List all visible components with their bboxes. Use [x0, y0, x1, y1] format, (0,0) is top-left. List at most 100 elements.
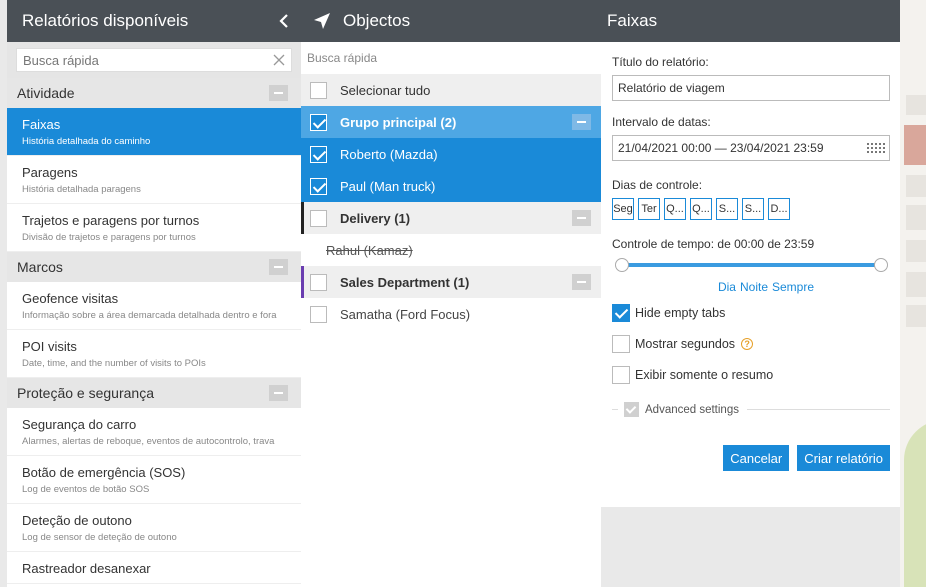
chevron-down-icon[interactable] — [624, 402, 639, 417]
objects-panel: Objectos Selecionar tudo Grupo principal… — [301, 0, 601, 587]
select-all-row[interactable]: Selecionar tudo — [301, 74, 601, 106]
report-search-bar — [7, 42, 301, 78]
calendar-icon[interactable] — [867, 143, 885, 153]
option-row[interactable]: Mostrar segundos? — [612, 335, 890, 353]
slider-start-handle[interactable] — [615, 258, 629, 272]
report-item[interactable]: Segurança do carro Alarmes, alertas de re… — [7, 408, 301, 456]
control-days: Seg Ter Q... Q... S... S... D... — [612, 198, 890, 220]
report-item[interactable]: Geofence visitas Informação sobre a área … — [7, 282, 301, 330]
category-label: Proteção e segurança — [17, 385, 154, 401]
map-background — [900, 0, 926, 587]
collapse-icon[interactable] — [572, 210, 591, 226]
day-toggle[interactable]: Q... — [664, 198, 686, 220]
report-item[interactable]: Faixas História detalhada do caminho — [7, 108, 301, 156]
day-toggle[interactable]: Seg — [612, 198, 634, 220]
report-item-subtitle: Alarmes, alertas de reboque, eventos de … — [22, 436, 275, 447]
object-row[interactable]: Paul (Man truck) — [301, 170, 601, 202]
object-checkbox[interactable] — [310, 305, 327, 323]
report-category[interactable]: Marcos — [7, 252, 301, 282]
object-row[interactable]: Rahul (Kamaz) — [301, 234, 601, 266]
create-report-button[interactable]: Criar relatório — [797, 445, 890, 471]
collapse-icon[interactable] — [269, 385, 288, 401]
objects-title: Objectos — [343, 11, 411, 30]
time-slider[interactable] — [615, 257, 888, 273]
select-all-label: Selecionar tudo — [340, 82, 431, 98]
object-checkbox[interactable] — [310, 177, 327, 195]
cancel-button[interactable]: Cancelar — [723, 445, 790, 471]
slider-end-handle[interactable] — [874, 258, 888, 272]
object-group-row[interactable]: Grupo principal (2) — [301, 106, 601, 138]
group-color-bar — [301, 202, 304, 234]
object-label: Roberto (Mazda) — [340, 146, 438, 162]
report-item[interactable]: Rastreador desanexar — [7, 552, 301, 584]
report-category[interactable]: Atividade — [7, 78, 301, 108]
object-checkbox[interactable] — [310, 209, 327, 227]
report-item-subtitle: História detalhada do caminho — [22, 136, 151, 147]
objects-search-input[interactable] — [307, 51, 601, 65]
objects-header: Objectos — [301, 0, 601, 42]
day-toggle[interactable]: S... — [742, 198, 764, 220]
option-row[interactable]: Exibir somente o resumo — [612, 366, 890, 384]
help-icon[interactable]: ? — [741, 338, 754, 350]
object-row[interactable]: Samatha (Ford Focus) — [301, 298, 601, 330]
report-item[interactable]: Paragens História detalhada paragens — [7, 156, 301, 204]
object-group-row[interactable]: Delivery (1) — [301, 202, 601, 234]
report-item[interactable]: Trajetos e paragens por turnos Divisão de… — [7, 204, 301, 252]
time-control-label: Controle de tempo: de 00:00 de 23:59 — [612, 237, 815, 251]
collapse-icon[interactable] — [572, 114, 591, 130]
day-toggle[interactable]: D... — [768, 198, 790, 220]
option-label: Exibir somente o resumo — [635, 368, 774, 382]
report-item-title: POI visits — [22, 339, 77, 354]
object-group-row[interactable]: Sales Department (1) — [301, 266, 601, 298]
report-item-title: Geofence visitas — [22, 291, 119, 306]
day-toggle[interactable]: S... — [716, 198, 738, 220]
object-checkbox[interactable] — [310, 145, 327, 163]
date-range-field[interactable]: 21/04/2021 00:00 — 23/04/2021 23:59 — [612, 135, 890, 161]
time-preset-link[interactable]: Dia — [718, 280, 736, 294]
category-label: Atividade — [17, 85, 75, 101]
date-range-label: Intervalo de datas: — [612, 115, 711, 129]
left-panel-header: Relatórios disponíveis — [7, 0, 301, 42]
time-preset-link[interactable]: Noite — [740, 280, 768, 294]
control-days-label: Dias de controle: — [612, 178, 703, 192]
report-item-title: Segurança do carro — [22, 417, 137, 432]
option-checkbox[interactable] — [612, 304, 630, 322]
report-item-subtitle: Divisão de trajetos e paragens por turno… — [22, 232, 196, 243]
report-item-title: Botão de emergência (SOS) — [22, 465, 186, 480]
report-item[interactable]: Botão de emergência (SOS) Log de eventos … — [7, 456, 301, 504]
date-range-value: 21/04/2021 00:00 — 23/04/2021 23:59 — [618, 141, 824, 155]
collapse-icon[interactable] — [269, 259, 288, 275]
time-preset-link[interactable]: Sempre — [772, 280, 814, 294]
report-item[interactable]: POI visits Date, time, and the number of … — [7, 330, 301, 378]
clear-icon[interactable] — [273, 54, 285, 66]
report-title-label: Título do relatório: — [612, 55, 709, 69]
report-item-title: Paragens — [22, 165, 78, 180]
report-item-subtitle: Date, time, and the number of visits to … — [22, 358, 206, 369]
report-search-input[interactable] — [17, 49, 291, 71]
option-label: Hide empty tabs — [635, 306, 726, 320]
day-toggle[interactable]: Q... — [690, 198, 712, 220]
option-checkbox[interactable] — [612, 335, 630, 353]
object-label: Delivery (1) — [340, 210, 411, 226]
option-row[interactable]: Hide empty tabs — [612, 304, 890, 322]
option-checkbox[interactable] — [612, 366, 630, 384]
select-all-checkbox[interactable] — [310, 81, 327, 99]
collapse-icon[interactable] — [269, 85, 288, 101]
report-category[interactable]: Proteção e segurança — [7, 378, 301, 408]
object-list: Grupo principal (2) Roberto (Mazda) Paul (… — [301, 106, 601, 330]
object-checkbox[interactable] — [310, 273, 327, 291]
settings-header: Faixas — [601, 0, 900, 42]
object-checkbox[interactable] — [310, 113, 327, 131]
day-toggle[interactable]: Ter — [638, 198, 660, 220]
object-label: Rahul (Kamaz) — [326, 242, 413, 258]
report-title-input[interactable] — [618, 81, 889, 95]
chevron-left-icon[interactable] — [279, 14, 289, 28]
object-row[interactable]: Roberto (Mazda) — [301, 138, 601, 170]
report-list: Atividade Faixas História detalhada do cam… — [7, 78, 301, 584]
advanced-settings-toggle[interactable]: Advanced settings — [612, 402, 890, 417]
report-item[interactable]: Deteção de outono Log de sensor de deteçã… — [7, 504, 301, 552]
report-item-title: Trajetos e paragens por turnos — [22, 213, 200, 228]
objects-search — [301, 42, 601, 74]
collapse-icon[interactable] — [572, 274, 591, 290]
report-options: Hide empty tabs Mostrar segundos? Exibir s… — [612, 304, 890, 384]
